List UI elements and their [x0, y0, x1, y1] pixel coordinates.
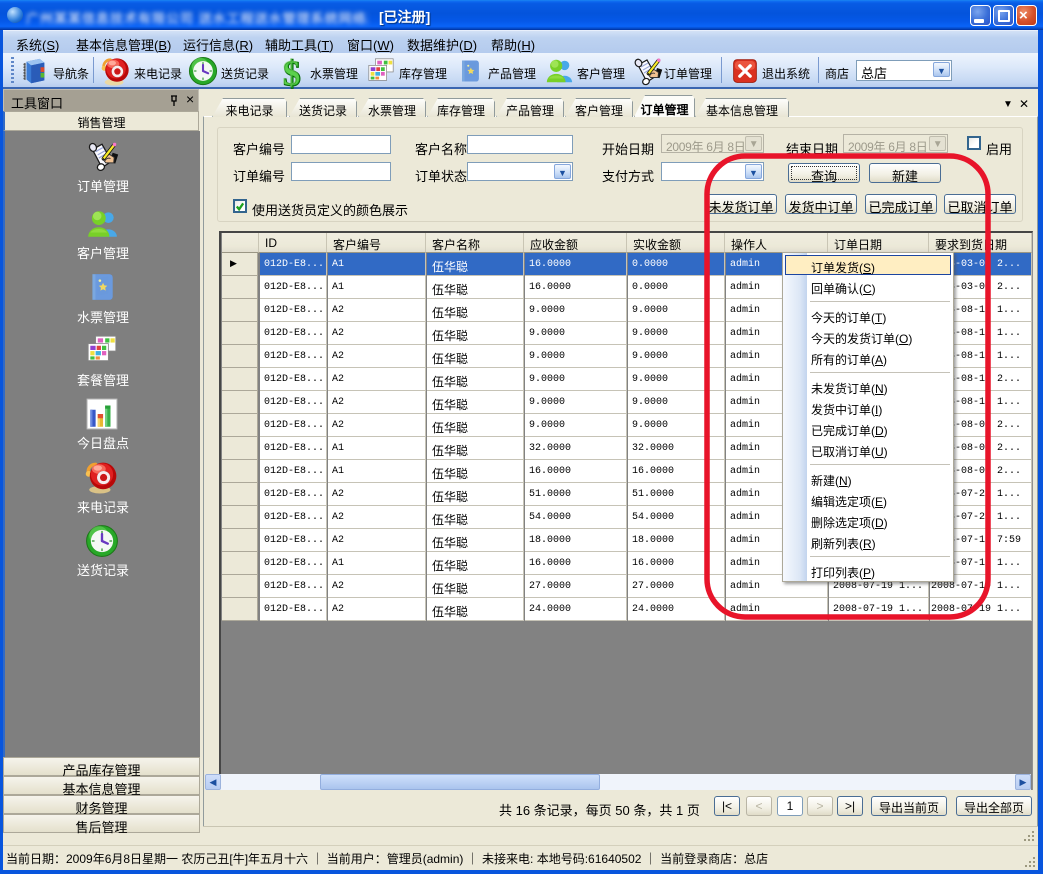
svg-text:$: $ — [282, 56, 300, 92]
